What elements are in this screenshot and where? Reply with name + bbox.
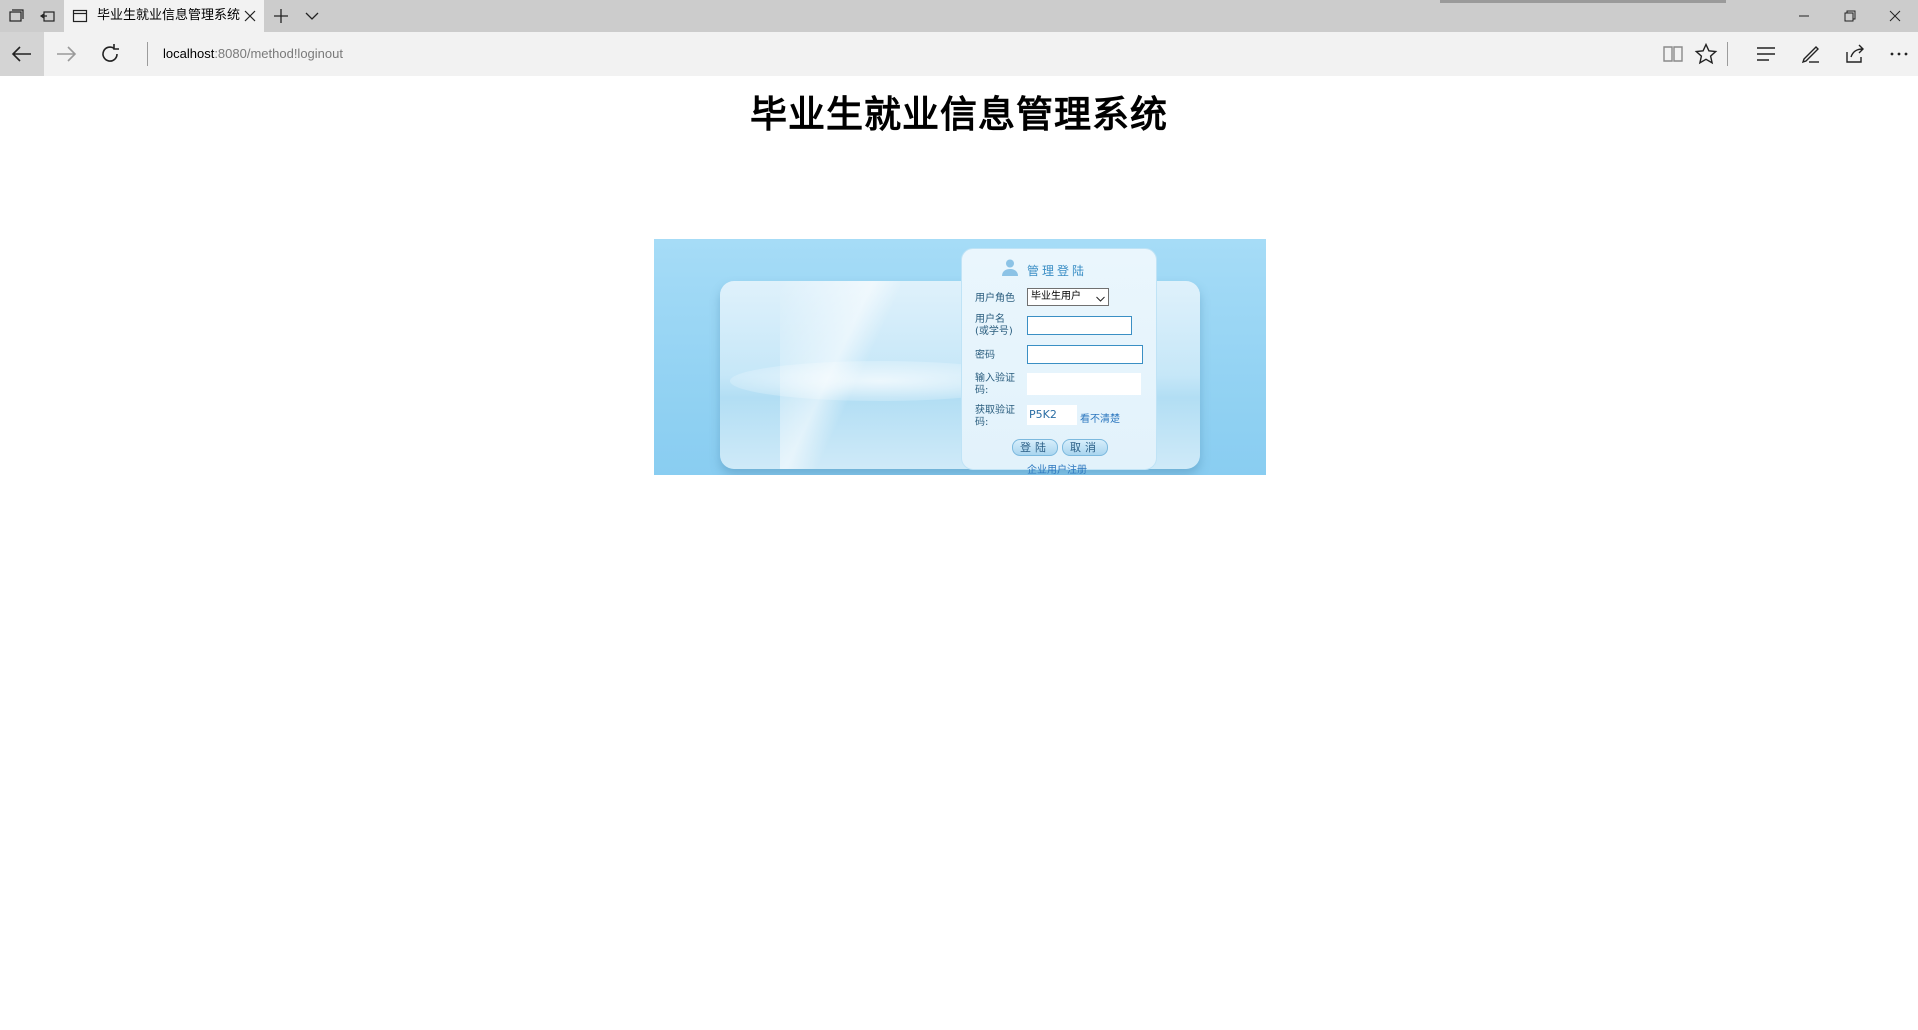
role-label: 用户角色: [975, 293, 1015, 304]
login-heading: 管理登陆: [962, 257, 1158, 279]
toolbar-separator: [1727, 42, 1728, 66]
login-panel: 管理登陆 用户角色 毕业生用户 用户名 (或学号) 密码 输入验证 码: 获取验…: [654, 239, 1266, 475]
captcha-input-label-line2: 码:: [975, 385, 989, 396]
password-label: 密码: [975, 350, 995, 361]
tab-title: 毕业生就业信息管理系统: [97, 8, 240, 23]
captcha-refresh-link[interactable]: 看不清楚: [1080, 410, 1120, 425]
tab-manager-icon[interactable]: [6, 6, 26, 26]
captcha-code: P5K2: [1027, 405, 1077, 425]
captcha-get-label-line2: 码:: [975, 417, 989, 428]
role-select-value: 毕业生用户: [1031, 291, 1081, 302]
captcha-input[interactable]: [1027, 373, 1141, 395]
star-icon[interactable]: [1694, 42, 1718, 66]
username-input[interactable]: [1027, 316, 1132, 335]
close-window-button[interactable]: [1872, 0, 1918, 32]
cancel-button[interactable]: 取消: [1062, 439, 1108, 456]
login-button[interactable]: 登陆: [1012, 439, 1058, 456]
address-separator: [147, 42, 148, 66]
back-button[interactable]: [0, 32, 44, 76]
browser-toolbar: localhost:8080/method!loginout: [0, 32, 1918, 76]
address-bar[interactable]: localhost:8080/method!loginout: [163, 45, 343, 63]
share-icon[interactable]: [1843, 42, 1867, 66]
restore-button[interactable]: [1827, 0, 1873, 32]
page-icon: [72, 8, 88, 24]
forward-arrow-icon[interactable]: [54, 42, 78, 66]
set-aside-tabs-icon[interactable]: [38, 6, 58, 26]
minimize-button[interactable]: [1781, 0, 1827, 32]
new-tab-icon[interactable]: [272, 7, 290, 25]
reading-view-icon[interactable]: [1661, 42, 1685, 66]
refresh-icon[interactable]: [98, 42, 122, 66]
chevron-down-icon[interactable]: [303, 7, 321, 25]
minimize-icon: [1799, 15, 1809, 17]
close-icon: [1889, 10, 1901, 22]
pen-icon[interactable]: [1799, 42, 1823, 66]
close-tab-icon[interactable]: [242, 8, 258, 24]
captcha-input-label-line1: 输入验证: [975, 373, 1015, 384]
user-icon: [1000, 257, 1020, 277]
back-arrow-icon: [10, 42, 34, 66]
tab-active[interactable]: 毕业生就业信息管理系统: [64, 0, 264, 32]
url-path: :8080/method!loginout: [214, 46, 343, 61]
page-title: 毕业生就业信息管理系统: [750, 93, 1168, 136]
login-form: 管理登陆 用户角色 毕业生用户 用户名 (或学号) 密码 输入验证 码: 获取验…: [961, 248, 1158, 475]
url-host: localhost: [163, 46, 215, 61]
username-label-line2: (或学号): [975, 326, 1013, 337]
role-select[interactable]: 毕业生用户: [1027, 288, 1109, 306]
captcha-get-label-line1: 获取验证: [975, 405, 1015, 416]
enterprise-register-link[interactable]: 企业用户注册: [1027, 461, 1087, 475]
username-label-line1: 用户名: [975, 314, 1005, 325]
chevron-down-icon: [1096, 293, 1105, 302]
hub-icon[interactable]: [1754, 42, 1778, 66]
background-streak: [780, 281, 900, 469]
restore-icon: [1844, 10, 1856, 22]
password-input[interactable]: [1027, 345, 1143, 364]
more-icon[interactable]: [1887, 42, 1911, 66]
login-heading-text: 管理登陆: [1027, 264, 1088, 278]
browser-tab-strip: 毕业生就业信息管理系统: [0, 0, 1918, 32]
tab-preview-bar: [1440, 0, 1726, 3]
